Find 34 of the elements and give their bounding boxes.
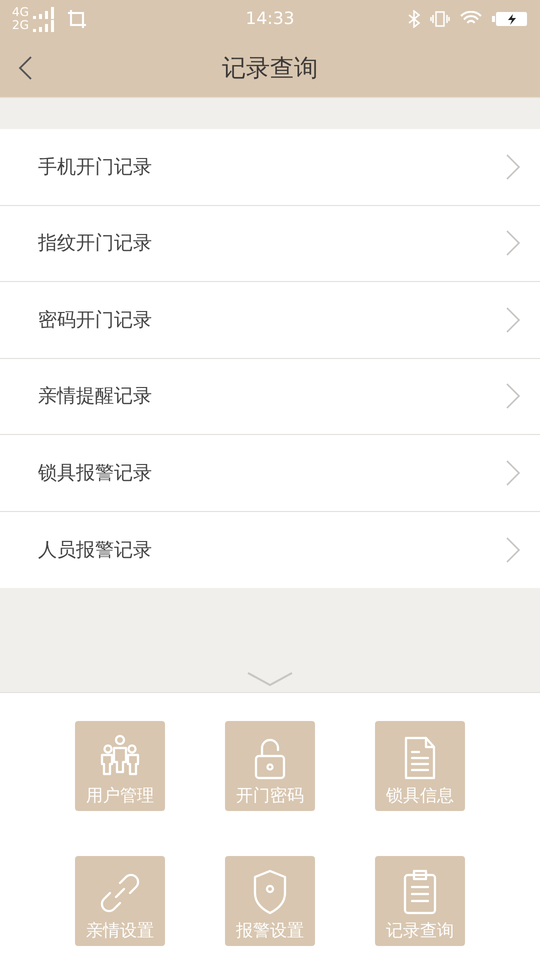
bluetooth-icon <box>408 10 420 28</box>
record-row[interactable]: 锁具报警记录 <box>0 435 540 512</box>
clipboard-icon <box>402 869 438 915</box>
chevron-right-icon <box>506 154 520 180</box>
unlock-icon <box>252 736 288 780</box>
record-row[interactable]: 密码开门记录 <box>0 282 540 358</box>
back-icon <box>18 56 32 80</box>
battery-icon <box>492 11 528 27</box>
vibrate-icon <box>430 11 450 27</box>
chevron-right-icon <box>506 383 520 410</box>
document-icon <box>402 736 438 780</box>
record-label: 人员报警记录 <box>38 538 153 563</box>
status-time: 14:33 <box>246 9 294 29</box>
chevron-right-icon <box>506 230 520 256</box>
shield-icon <box>252 869 288 915</box>
chevron-right-icon <box>506 306 520 333</box>
record-label: 手机开门记录 <box>38 154 153 180</box>
chevron-right-icon <box>506 460 520 486</box>
record-row[interactable]: 人员报警记录 <box>0 512 540 588</box>
crop-icon <box>66 9 87 29</box>
record-row[interactable]: 指纹开门记录 <box>0 206 540 282</box>
record-label: 锁具报警记录 <box>38 460 153 486</box>
record-row[interactable]: 手机开门记录 <box>0 129 540 206</box>
network-label: 4G <box>12 6 29 19</box>
chevron-right-icon <box>506 536 520 563</box>
record-label: 指纹开门记录 <box>38 231 153 256</box>
record-label: 密码开门记录 <box>38 308 153 333</box>
page-title: 记录查询 <box>222 52 318 84</box>
record-row[interactable]: 亲情提醒记录 <box>0 358 540 435</box>
signal-icon <box>32 20 55 32</box>
network-label: 2G <box>12 19 29 32</box>
record-label: 亲情提醒记录 <box>38 384 153 410</box>
signal-icon <box>32 6 55 18</box>
link-icon <box>98 871 142 915</box>
